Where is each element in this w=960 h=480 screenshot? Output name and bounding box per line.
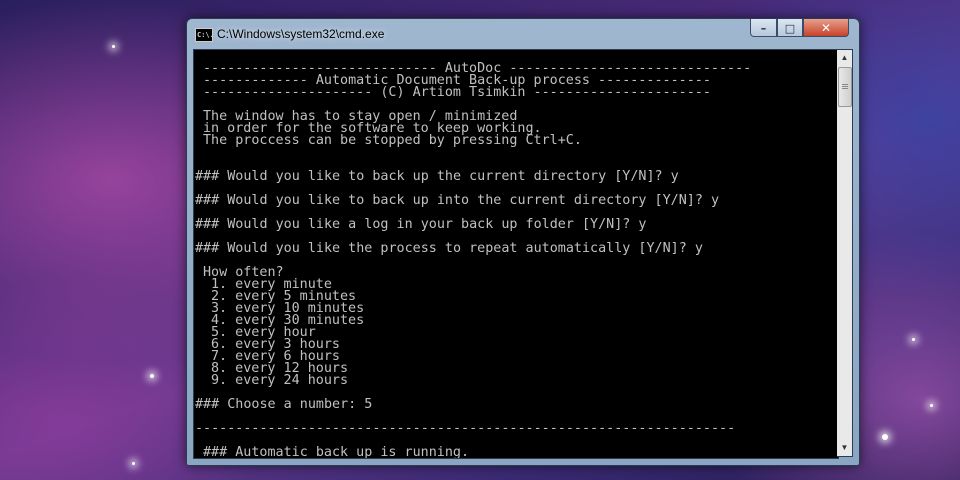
vertical-scrollbar[interactable]: ▲ ▼ (837, 49, 853, 457)
scroll-down-icon[interactable]: ▼ (837, 440, 852, 456)
window-title: C:\Windows\system32\cmd.exe (217, 27, 385, 41)
grip-line (842, 84, 848, 85)
maximize-icon: □ (784, 22, 796, 35)
console-line: ### Would you like to back up into the c… (195, 193, 720, 208)
maximize-button[interactable]: □ (777, 19, 803, 37)
console-line: ### Would you like to back up the curren… (195, 169, 679, 184)
grip-line (842, 86, 848, 87)
console-line: The proccess can be stopped by pressing … (203, 133, 582, 148)
console-output[interactable]: ----------------------------- AutoDoc --… (193, 49, 839, 459)
title-bar[interactable]: C:\. C:\Windows\system32\cmd.exe – □ ✕ (187, 19, 859, 49)
background-star (132, 462, 135, 465)
minimize-button[interactable]: – (750, 19, 777, 37)
grip-line (842, 88, 848, 89)
background-star (112, 45, 115, 48)
scroll-thumb[interactable] (838, 67, 852, 107)
background-star (912, 338, 915, 341)
scroll-up-icon[interactable]: ▲ (837, 50, 852, 66)
minimize-icon: – (760, 22, 767, 35)
console-line: 9. every 24 hours (211, 373, 349, 388)
cmd-window[interactable]: C:\. C:\Windows\system32\cmd.exe – □ ✕ -… (186, 18, 860, 466)
close-button[interactable]: ✕ (803, 19, 849, 37)
console-line: ### Automatic back up is running. (203, 445, 470, 459)
background-star (882, 434, 888, 440)
console-line: ----------------------------------------… (195, 421, 736, 436)
console-line: ### Choose a number: 5 (195, 397, 373, 412)
background-star (930, 404, 933, 407)
cmd-icon[interactable]: C:\. (195, 28, 214, 42)
console-line: --------------------- (C) Artiom Tsimkin… (203, 85, 711, 100)
console-line: ### Would you like a log in your back up… (195, 217, 647, 232)
console-line: ### Would you like the process to repeat… (195, 241, 703, 256)
background-star (150, 374, 154, 378)
close-icon: ✕ (820, 21, 832, 35)
